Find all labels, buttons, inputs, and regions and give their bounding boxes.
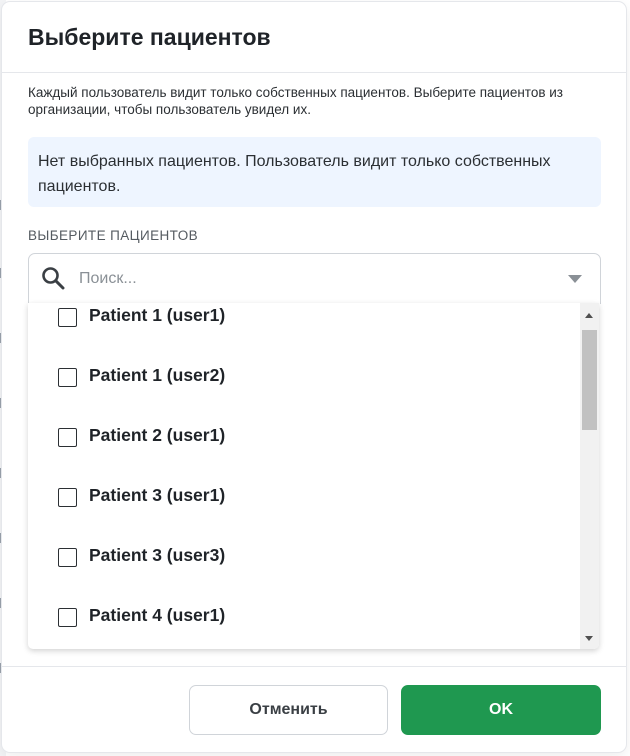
dialog-description: Каждый пользователь видит только собстве… (28, 85, 563, 117)
dialog-footer: Отменить OK (2, 666, 626, 752)
checkbox-icon[interactable] (58, 368, 77, 387)
dialog-title: Выберите пациентов (28, 24, 271, 50)
patients-field-label: ВЫБЕРИТЕ ПАЦИЕНТОВ (28, 228, 199, 243)
list-item[interactable]: Patient 1 (user2) (28, 357, 578, 401)
patients-dropdown-list[interactable]: Patient 1 (user1) Patient 1 (user2) Pati… (28, 303, 599, 649)
list-item[interactable]: Patient 3 (user1) (28, 477, 578, 521)
info-message: Нет выбранных пациентов. Пользователь ви… (38, 153, 551, 195)
option-label: Patient 1 (user2) (89, 365, 226, 385)
checkbox-icon[interactable] (58, 488, 77, 507)
option-label: Patient 2 (user1) (89, 425, 226, 445)
checkbox-icon[interactable] (58, 308, 77, 327)
dialog-header: Выберите пациентов (2, 2, 626, 73)
cancel-button[interactable]: Отменить (189, 685, 388, 735)
option-label: Patient 3 (user3) (89, 545, 226, 565)
option-label: Patient 3 (user1) (89, 485, 226, 505)
chevron-down-icon[interactable] (568, 275, 582, 283)
scrollbar[interactable] (580, 303, 599, 649)
patients-select[interactable] (28, 253, 601, 304)
list-item[interactable]: Patient 2 (user1) (28, 417, 578, 461)
select-patients-dialog: Выберите пациентов Каждый пользователь в… (2, 2, 626, 752)
checkbox-icon[interactable] (58, 428, 77, 447)
option-label: Patient 1 (user1) (89, 305, 226, 325)
list-item[interactable]: Patient 4 (user1) (28, 597, 578, 641)
scroll-down-arrow-icon[interactable] (585, 636, 593, 641)
option-label: Patient 4 (user1) (89, 605, 226, 625)
scroll-up-arrow-icon[interactable] (585, 313, 593, 318)
search-icon (42, 267, 65, 290)
ok-button[interactable]: OK (401, 685, 601, 735)
checkbox-icon[interactable] (58, 608, 77, 627)
patient-search-input[interactable] (79, 266, 539, 292)
scrollbar-thumb[interactable] (582, 330, 597, 430)
list-item[interactable]: Patient 3 (user3) (28, 537, 578, 581)
list-item[interactable]: Patient 1 (user1) (28, 303, 578, 341)
info-alert: Нет выбранных пациентов. Пользователь ви… (28, 137, 601, 207)
checkbox-icon[interactable] (58, 548, 77, 567)
